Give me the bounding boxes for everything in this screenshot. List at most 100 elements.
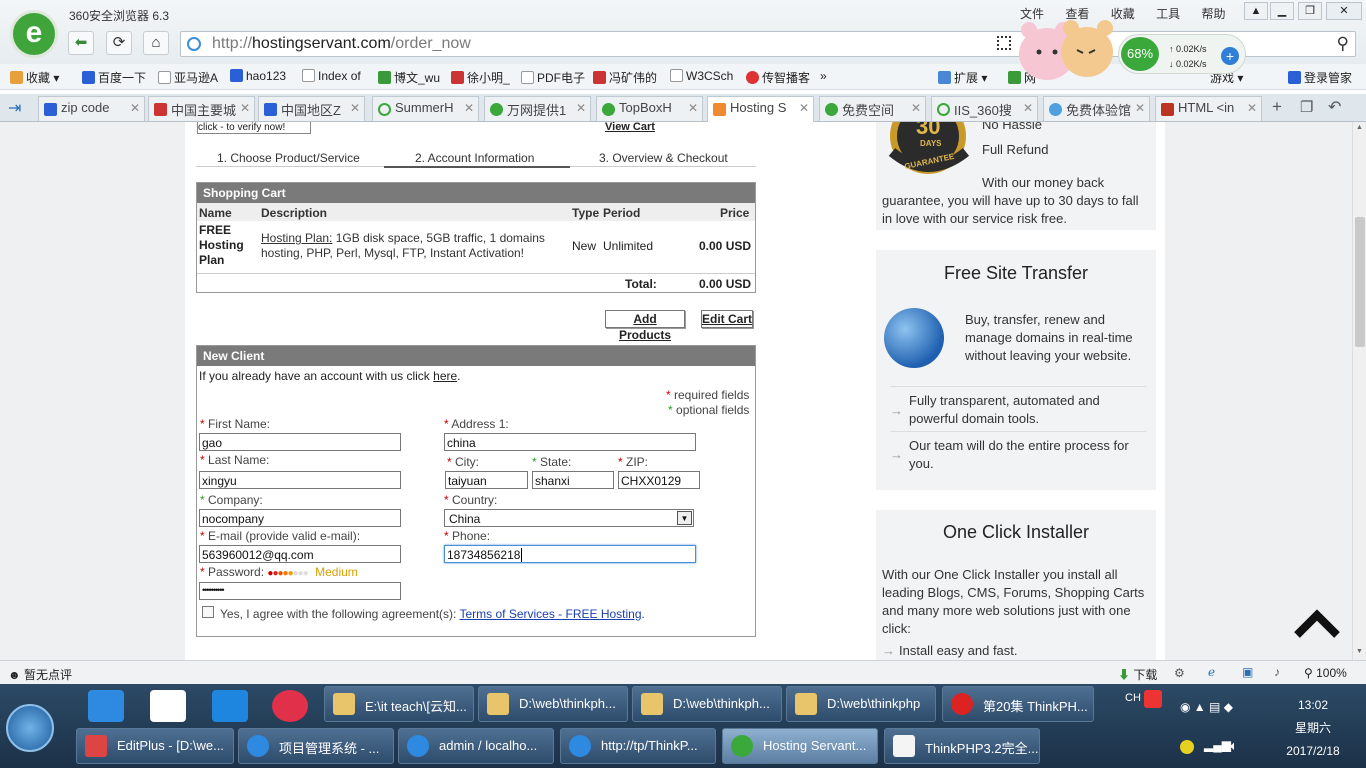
close-tab-icon[interactable]: ✕ — [240, 101, 250, 115]
task-ie-thinkphp[interactable]: http://tp/ThinkP... — [560, 728, 716, 764]
network-speed-widget[interactable]: 68% ↑ 0.02K/s ↓ 0.02K/s + — [1118, 34, 1246, 74]
close-window-button[interactable]: ✕ — [1326, 2, 1362, 20]
task-folder-2[interactable]: D:\web\thinkph... — [478, 686, 628, 722]
bookmark-baidu[interactable]: 百度一下 — [82, 69, 146, 86]
extensions-menu[interactable]: 扩展 ▾ — [938, 69, 987, 86]
input-language[interactable]: CH — [1125, 692, 1141, 704]
bookmark-favorites[interactable]: 收藏 ▾ — [10, 69, 59, 86]
tab-free-trial[interactable]: 免费体验馆 ✕ — [1043, 96, 1150, 121]
scroll-up-icon[interactable]: ▲ — [1356, 124, 1363, 131]
system-clock[interactable]: 13:02 星期六 2017/2/18 — [1278, 694, 1348, 763]
tab-free-space[interactable]: 免费空间 ✕ — [819, 96, 926, 121]
volume-icon[interactable]: 🔈︎ — [1230, 738, 1238, 754]
bookmark-bowen[interactable]: 博文_wu — [378, 69, 440, 86]
hosting-plan-link[interactable]: Hosting Plan: — [261, 231, 332, 245]
tab-china-regions[interactable]: 中国地区Z ✕ — [258, 96, 365, 121]
tab-list-icon[interactable]: ❐ — [1300, 98, 1313, 116]
skin-icon[interactable]: ▲ — [1244, 2, 1268, 20]
login-manager[interactable]: 登录管家 — [1288, 69, 1352, 86]
step-overview-checkout[interactable]: 3. Overview & Checkout — [599, 151, 728, 165]
minimize-button[interactable]: ▁ — [1270, 2, 1294, 20]
pinned-app-icon[interactable] — [150, 690, 186, 722]
task-hosting-servant[interactable]: Hosting Servant... — [722, 728, 878, 764]
scrollbar-thumb[interactable] — [1355, 217, 1365, 347]
close-tab-icon[interactable]: ✕ — [464, 101, 474, 115]
email-field[interactable]: 563960012@qq.com — [199, 545, 401, 563]
bookmark-fengkuangwei[interactable]: 冯矿伟的 — [593, 69, 657, 86]
task-editplus[interactable]: EditPlus - [D:\we... — [76, 728, 234, 764]
sogou-icon[interactable] — [1144, 690, 1162, 708]
tab-wanwang[interactable]: 万网提供1 ✕ — [484, 96, 591, 121]
window-icon[interactable]: ▣ — [1242, 665, 1253, 679]
url-text[interactable]: http://hostingservant.com/order_now — [212, 35, 471, 53]
qr-code-icon[interactable] — [997, 36, 1011, 50]
close-tab-icon[interactable]: ✕ — [1023, 101, 1033, 115]
close-tab-icon[interactable]: ✕ — [576, 101, 586, 115]
address-field[interactable]: china — [444, 433, 696, 451]
city-field[interactable]: taiyuan — [445, 471, 528, 489]
view-cart-link[interactable]: View Cart — [605, 122, 655, 133]
tray-icons[interactable]: ◉ ▲ ▤ ◆ — [1180, 700, 1233, 714]
page-scrollbar[interactable]: ▲ ▼ — [1352, 122, 1366, 660]
rating-status[interactable]: ☻ 暂无点评 — [8, 666, 72, 683]
menu-help[interactable]: 帮助 — [1201, 7, 1225, 21]
download-button[interactable]: ⬇ 下载 — [1118, 666, 1157, 683]
bookmark-chuanzhi[interactable]: 传智播客 — [746, 69, 810, 86]
first-name-field[interactable]: gao — [199, 433, 401, 451]
task-folder-1[interactable]: E:\it teach\[云知... — [324, 686, 474, 722]
task-ie-admin[interactable]: admin / localho... — [398, 728, 554, 764]
close-tab-icon[interactable]: ✕ — [1247, 101, 1257, 115]
bookmark-amazon[interactable]: 亚马逊A — [158, 69, 218, 86]
tab-zip-code[interactable]: zip code ✕ — [38, 96, 145, 121]
task-folder-4[interactable]: D:\web\thinkphp — [786, 686, 936, 722]
tab-topboxh[interactable]: TopBoxH ✕ — [596, 96, 703, 121]
close-tab-icon[interactable]: ✕ — [799, 101, 809, 115]
menu-tools[interactable]: 工具 — [1156, 7, 1180, 21]
task-ie-project[interactable]: 项目管理系统 - ... — [238, 728, 394, 764]
zoom-level[interactable]: ⚲ 100% — [1304, 666, 1347, 680]
ie-mode-icon[interactable]: ℯ — [1208, 665, 1215, 679]
home-button[interactable]: ⌂ — [143, 31, 169, 55]
close-tab-icon[interactable]: ✕ — [911, 101, 921, 115]
more-bookmarks-icon[interactable]: » — [820, 69, 827, 83]
tab-china-cities[interactable]: 中国主要城 ✕ — [148, 96, 255, 121]
pinned-app-icon[interactable] — [88, 690, 124, 722]
new-tab-icon[interactable]: + — [1272, 97, 1282, 117]
bookmark-pdf[interactable]: PDF电子 — [521, 69, 585, 86]
add-products-button[interactable]: Add Products — [605, 310, 685, 342]
restore-button[interactable]: ❐ — [1298, 2, 1322, 20]
refresh-button[interactable]: ⟳ — [106, 31, 132, 55]
tab-hosting-servant[interactable]: Hosting S ✕ — [707, 96, 814, 122]
add-icon[interactable]: + — [1221, 47, 1239, 65]
edit-cart-button[interactable]: Edit Cart — [701, 310, 753, 328]
scroll-to-top-icon[interactable] — [1293, 607, 1341, 641]
start-button[interactable] — [6, 704, 54, 752]
pinned-app-icon[interactable] — [272, 690, 308, 722]
speaker-icon[interactable]: ♪ — [1274, 665, 1280, 679]
baidu-cloud-icon[interactable] — [212, 690, 248, 722]
phone-field[interactable]: 18734856218 — [444, 545, 696, 563]
step-choose-product[interactable]: 1. Choose Product/Service — [217, 151, 360, 165]
undo-close-icon[interactable]: ↶ — [1328, 97, 1341, 117]
country-select[interactable]: China ▼ — [444, 509, 694, 527]
tools-icon[interactable]: ⚙ — [1174, 666, 1185, 680]
agree-checkbox[interactable] — [202, 606, 214, 618]
sidebar-toggle-icon[interactable]: ⇥ — [8, 98, 21, 118]
password-field[interactable]: •••••••••• — [199, 582, 401, 600]
bookmark-xuxiaoming[interactable]: 徐小明_ — [451, 69, 510, 86]
terms-link[interactable]: Terms of Services - FREE Hosting — [459, 607, 641, 621]
bookmark-hao123[interactable]: hao123 — [230, 69, 286, 83]
task-folder-3[interactable]: D:\web\thinkph... — [632, 686, 782, 722]
tray-shield-icon[interactable] — [1180, 740, 1194, 754]
close-tab-icon[interactable]: ✕ — [688, 101, 698, 115]
tab-summerh[interactable]: SummerH ✕ — [372, 96, 479, 121]
zip-field[interactable]: CHXX0129 — [618, 471, 700, 489]
company-field[interactable]: nocompany — [199, 509, 401, 527]
close-tab-icon[interactable]: ✕ — [130, 101, 140, 115]
network-icon[interactable]: ▂▄▆ — [1204, 738, 1231, 752]
back-button[interactable]: ⬅ — [68, 31, 94, 55]
scroll-down-icon[interactable]: ▼ — [1356, 648, 1363, 655]
task-video[interactable]: 第20集 ThinkPH... — [942, 686, 1094, 722]
login-here-link[interactable]: here — [433, 369, 457, 383]
dropdown-arrow-icon[interactable]: ▼ — [677, 511, 692, 525]
